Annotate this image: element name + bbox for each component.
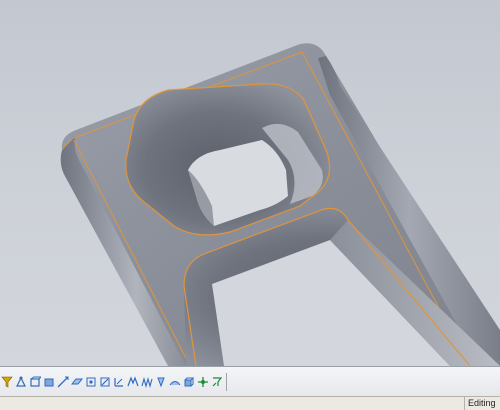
filter-routing-icon[interactable] (196, 374, 209, 390)
part-model[interactable] (0, 0, 500, 366)
filter-vertices-icon[interactable] (14, 374, 27, 390)
toolbar-separator (226, 373, 227, 391)
filter-axes-icon[interactable] (56, 374, 69, 390)
filter-faces-icon[interactable] (42, 374, 55, 390)
status-bar: Editing (0, 396, 500, 410)
selection-filter-toolbar (0, 366, 500, 396)
select-filter-icon[interactable] (0, 374, 13, 390)
filter-surfaces-icon[interactable] (168, 374, 181, 390)
graphics-viewport[interactable] (0, 0, 500, 366)
filter-notes-icon[interactable] (126, 374, 139, 390)
clear-filters-icon[interactable] (210, 374, 223, 390)
filter-edges-icon[interactable] (28, 374, 41, 390)
filter-welds-icon[interactable] (140, 374, 153, 390)
toolbar-button-group (0, 372, 252, 392)
filter-planes-icon[interactable] (70, 374, 83, 390)
filter-datum-icon[interactable] (154, 374, 167, 390)
status-mode-text: Editing (464, 397, 500, 410)
filter-sketch-points-icon[interactable] (84, 374, 97, 390)
filter-solid-bodies-icon[interactable] (182, 374, 195, 390)
filter-sketch-segments-icon[interactable] (98, 374, 111, 390)
filter-dimensions-icon[interactable] (112, 374, 125, 390)
